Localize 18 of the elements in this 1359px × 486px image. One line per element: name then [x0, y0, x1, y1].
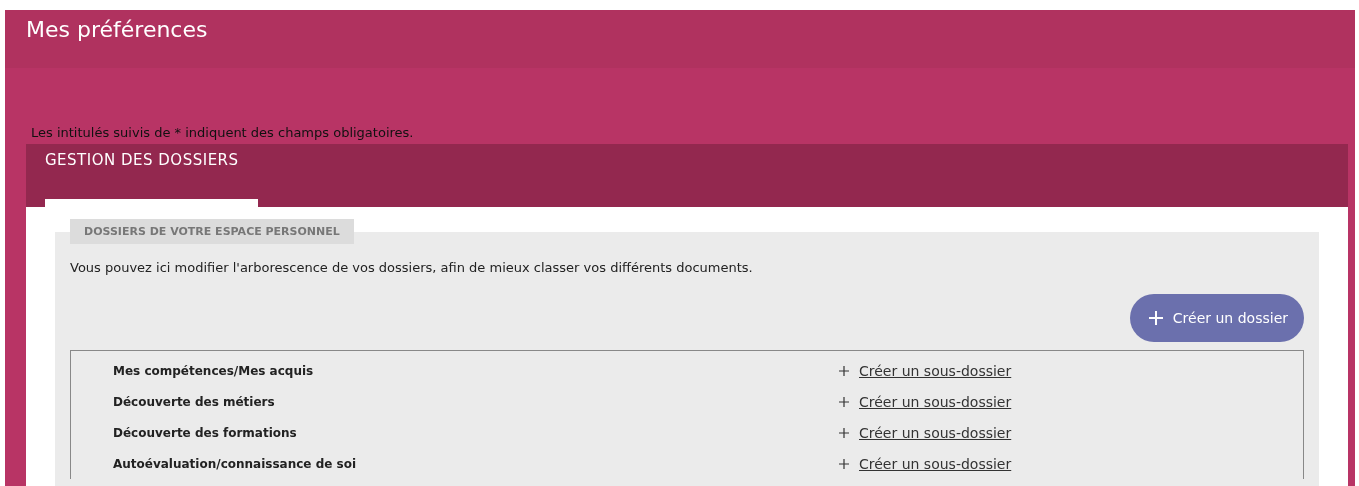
folder-name: Découverte des formations	[112, 425, 298, 440]
page-title: Mes préférences	[26, 16, 209, 44]
plus-icon	[839, 365, 849, 376]
create-subfolder-link[interactable]: Créer un sous-dossier	[859, 362, 1012, 379]
section-legend: DOSSIERS DE VOTRE ESPACE PERSONNEL	[70, 219, 354, 244]
create-subfolder-link[interactable]: Créer un sous-dossier	[859, 424, 1012, 441]
plus-icon	[839, 427, 849, 438]
create-subfolder-link[interactable]: Créer un sous-dossier	[859, 393, 1012, 410]
section-description: Vous pouvez ici modifier l'arborescence de vos dossiers, afin de mieux classer vos différents documents.	[70, 260, 754, 275]
folder-name: Autoévaluation/connaissance de soi	[112, 456, 358, 471]
required-note: Les intitulés suivis de * indiquent des champs obligatoires.	[31, 125, 415, 141]
plus-icon	[839, 396, 849, 407]
folder-name: Découverte des métiers	[112, 394, 276, 409]
create-folder-button[interactable]: Créer un dossier	[1129, 294, 1304, 342]
create-subfolder-link[interactable]: Créer un sous-dossier	[859, 455, 1012, 472]
plus-icon	[839, 458, 849, 469]
folder-name: Mes compétences/Mes acquis	[112, 363, 315, 378]
plus-icon	[1147, 310, 1164, 326]
